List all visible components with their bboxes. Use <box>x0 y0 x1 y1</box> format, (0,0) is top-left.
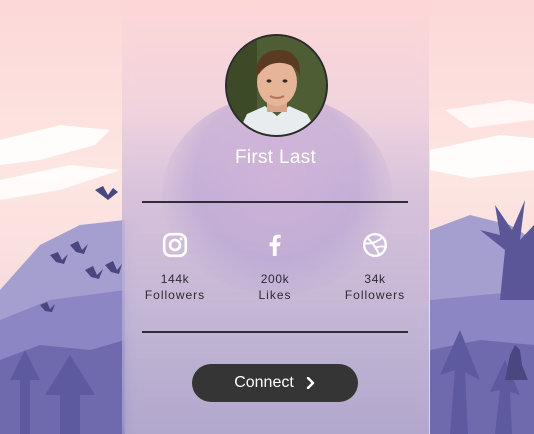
stat-label: Likes <box>258 288 292 302</box>
stat-facebook: 200k Likes <box>230 232 320 302</box>
stat-instagram: 144k Followers <box>130 232 220 302</box>
connect-button[interactable]: Connect <box>192 364 358 402</box>
stat-count: 200k <box>260 272 290 286</box>
profile-name: First Last <box>234 147 317 168</box>
avatar-portrait <box>227 36 326 135</box>
chevron-right-icon <box>306 377 314 389</box>
stat-count: 34k <box>364 272 386 286</box>
stat-label: Followers <box>344 288 406 302</box>
connect-button-label: Connect <box>234 374 294 391</box>
dribbble-icon[interactable] <box>362 232 388 258</box>
divider-bottom <box>142 331 408 333</box>
divider-top <box>142 201 408 203</box>
instagram-icon[interactable] <box>162 232 188 258</box>
stat-label: Followers <box>144 288 206 302</box>
profile-card: First Last 144k Followers 200k Likes 34k… <box>122 0 429 434</box>
stat-dribbble: 34k Followers <box>330 232 420 302</box>
stat-count: 144k <box>160 272 190 286</box>
avatar <box>225 34 328 137</box>
facebook-icon[interactable] <box>262 232 288 258</box>
